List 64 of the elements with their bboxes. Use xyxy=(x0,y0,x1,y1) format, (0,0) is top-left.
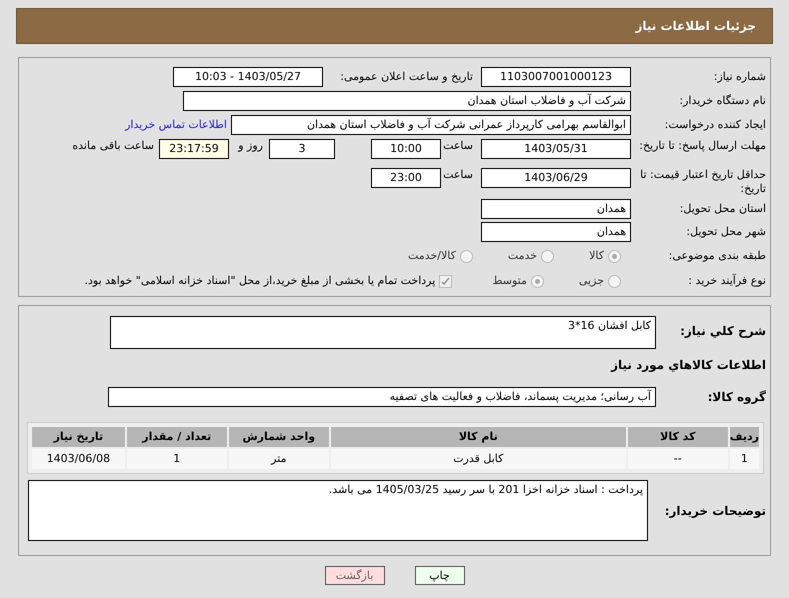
column-header: کد کالا xyxy=(628,427,728,447)
text-field[interactable]: 1103007001000123 xyxy=(481,67,631,87)
field-label: گروه کالا: xyxy=(706,390,766,404)
header-title: جزئیات اطلاعات نیاز xyxy=(635,19,756,33)
text-field[interactable]: 23:17:59 xyxy=(159,139,229,159)
column-header: تاریخ نیاز xyxy=(32,427,125,447)
column-header: واحد شمارش xyxy=(228,427,329,447)
field-label: توضیحات خریدار: xyxy=(664,504,766,518)
section-title: اطلاعات کالاهاي مورد نياز xyxy=(610,358,766,374)
table-cell: کابل قدرت xyxy=(330,449,626,469)
table-cell: متر xyxy=(228,449,329,469)
field-label: شرح کلي نياز: xyxy=(679,323,766,338)
field-label: ساعت باقی مانده xyxy=(71,139,155,153)
text-field[interactable]: ابوالقاسم بهرامی کارپرداز عمرانی شرکت آب و فاضلاب استان همدان xyxy=(231,115,631,135)
text-field[interactable]: شرکت آب و فاضلاب استان همدان xyxy=(183,91,631,111)
treasury-note: پرداخت تمام یا بخشی از مبلغ خرید،از محل "اسناد خزانه اسلامی" خواهد بود. xyxy=(84,274,436,288)
radio-label: کالا xyxy=(589,249,604,263)
field-label: نوع فرآیند خرید : xyxy=(687,274,766,288)
field-label: ایجاد کننده درخواست: xyxy=(664,118,766,132)
column-header: تعداد / مقدار xyxy=(126,427,227,447)
text-field[interactable]: همدان xyxy=(481,199,631,219)
buyer-notes-text: پرداخت : اسناد خزانه اخزا 201 با سر رسید 1405/03/25 می باشد. xyxy=(328,483,643,496)
back-button[interactable]: بازگشت xyxy=(324,566,384,585)
table-cell: 1 xyxy=(730,449,759,469)
field-label: ساعت xyxy=(442,139,474,153)
text-field[interactable]: 1403/05/31 xyxy=(481,139,631,159)
text-field[interactable]: 23:00 xyxy=(371,168,441,188)
table-cell: -- xyxy=(628,449,728,469)
field-label: مهلت ارسال پاسخ: تا تاریخ: xyxy=(638,139,766,153)
checkbox[interactable] xyxy=(439,274,452,288)
radio-label: جزیی xyxy=(578,274,604,288)
radio-label: متوسط xyxy=(492,274,527,288)
radio-button[interactable] xyxy=(460,250,473,262)
table-cell: 1 xyxy=(126,449,227,469)
print-button[interactable]: چاپ xyxy=(414,566,464,585)
field-label: ساعت xyxy=(442,168,474,182)
table-cell: 1403/06/08 xyxy=(32,449,125,469)
text-field[interactable]: 3 xyxy=(269,139,335,159)
field-label: حداقل تاریخ اعتبار قیمت: تا تاریخ: xyxy=(639,168,766,196)
checkmark-icon xyxy=(441,276,450,286)
field-label: تاریخ و ساعت اعلان عمومی: xyxy=(339,70,473,84)
radio-button[interactable] xyxy=(530,274,544,288)
buyer-notes-textarea[interactable]: پرداخت : اسناد خزانه اخزا 201 با سر رسید 1405/03/25 می باشد. xyxy=(28,480,648,541)
column-header: نام کالا xyxy=(330,427,626,447)
description-text: کابل افشان 16*3 xyxy=(568,319,651,332)
text-field[interactable]: آب رسانی؛ مدیریت پسماند، فاضلاب و فعالیت های تصفیه xyxy=(108,387,656,407)
field-label: نام دستگاه خریدار: xyxy=(678,94,766,108)
radio-button[interactable] xyxy=(541,250,554,262)
text-field[interactable]: همدان xyxy=(481,222,631,242)
text-field[interactable]: 10:00 xyxy=(371,139,441,159)
text-field[interactable]: 1403/05/27 - 10:03 xyxy=(173,67,323,87)
buyer-contact-link[interactable]: اطلاعات تماس خریدار xyxy=(125,118,227,132)
field-label: شهر محل تحویل: xyxy=(685,225,766,239)
radio-label: کالا/خدمت xyxy=(408,249,456,263)
text-field[interactable]: 1403/06/29 xyxy=(481,168,631,188)
field-label: شماره نیاز: xyxy=(712,70,766,84)
field-label: طبقه بندی موضوعی: xyxy=(668,249,766,263)
radio-label: خدمت xyxy=(508,249,538,263)
field-label: استان محل تحویل: xyxy=(678,202,766,216)
column-header: ردیف xyxy=(730,427,759,447)
description-textarea[interactable]: کابل افشان 16*3 xyxy=(110,316,656,349)
field-label: روز و xyxy=(236,139,264,153)
radio-button[interactable] xyxy=(608,250,621,262)
radio-button[interactable] xyxy=(608,274,621,288)
